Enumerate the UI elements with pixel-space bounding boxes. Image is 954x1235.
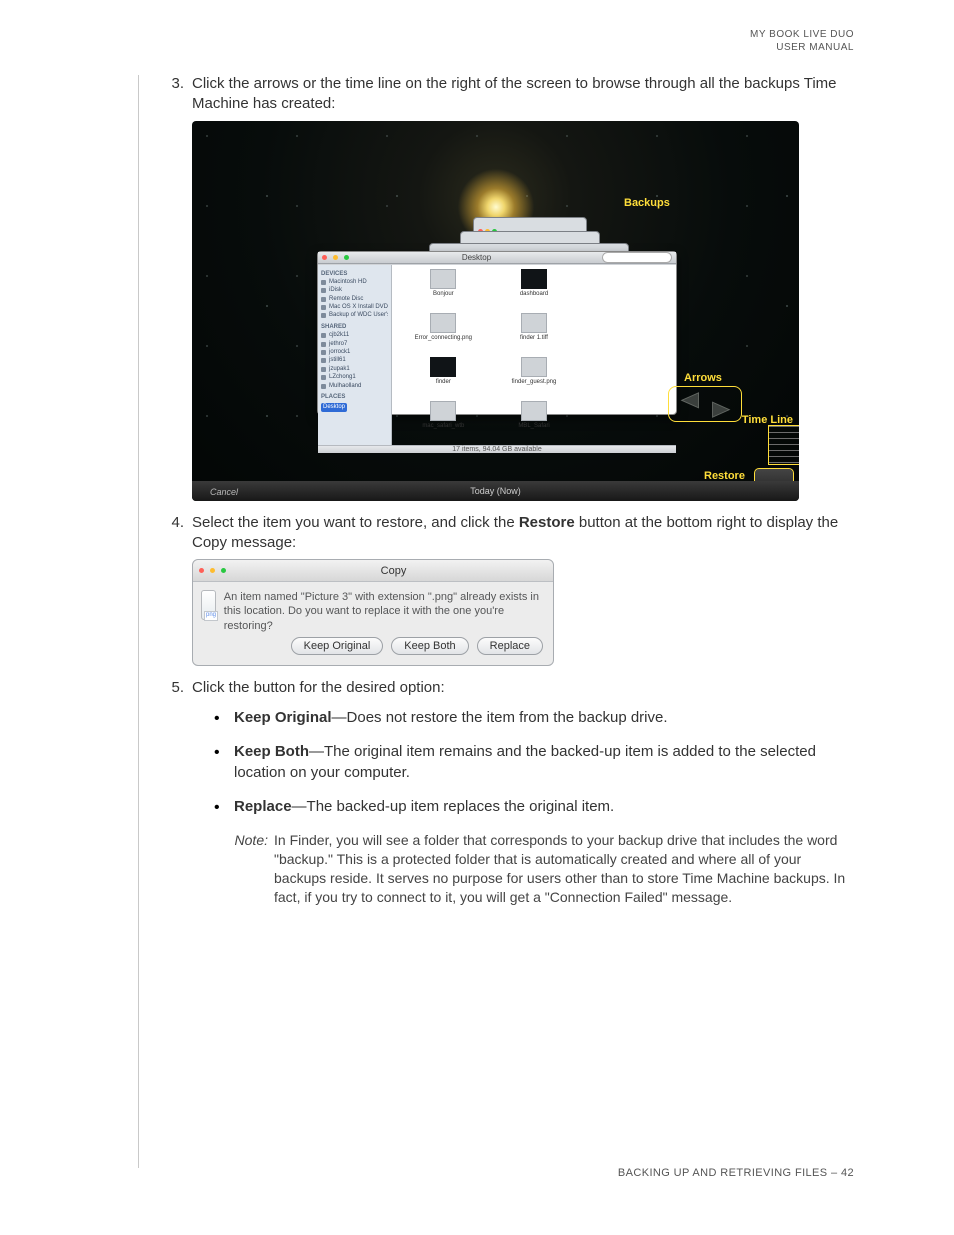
- sidebar-shared[interactable]: jzupak1: [321, 365, 388, 373]
- note-label: Note:: [224, 831, 274, 907]
- file-name[interactable]: finder_guest.png: [489, 379, 580, 385]
- callout-timeline: Time Line: [742, 414, 793, 426]
- close-icon[interactable]: [199, 568, 204, 573]
- timeline-arrows[interactable]: [668, 386, 742, 422]
- replace-button[interactable]: Replace: [477, 637, 543, 655]
- note-text: In Finder, you will see a folder that co…: [274, 831, 854, 907]
- cancel-button[interactable]: Cancel: [210, 487, 238, 497]
- page-header: MY BOOK LIVE DUO USER MANUAL: [100, 28, 854, 54]
- finder-titlebar: Desktop: [318, 252, 676, 264]
- sidebar-device[interactable]: Mac OS X Install DVD: [321, 303, 388, 311]
- step-4-num: 4.: [168, 513, 192, 554]
- sidebar-shared[interactable]: jethro7: [321, 340, 388, 348]
- copy-dialog: Copy An item named "Picture 3" with exte…: [192, 559, 554, 666]
- file-name[interactable]: finder: [398, 379, 489, 385]
- sidebar-shared[interactable]: cjb2k11: [321, 331, 388, 339]
- tm-bottombar: Today (Now): [192, 481, 799, 501]
- sidebar-shared[interactable]: LZchong1: [321, 373, 388, 381]
- note-block: Note: In Finder, you will see a folder t…: [224, 831, 854, 907]
- finder-statusbar: 17 items, 94.04 GB available: [318, 445, 676, 453]
- finder-sidebar: DEVICES Macintosh HD iDisk Remote Disc M…: [318, 265, 392, 445]
- zoom-icon[interactable]: [221, 568, 226, 573]
- copy-dialog-title: Copy: [234, 565, 553, 577]
- minimize-icon[interactable]: [333, 255, 338, 260]
- step-4: 4. Select the item you want to restore, …: [168, 513, 854, 554]
- file-icon: [201, 590, 216, 620]
- option-keep-original: Keep Original—Does not restore the item …: [214, 708, 854, 728]
- sidebar-shared[interactable]: Mulhaolland: [321, 382, 388, 390]
- finder-title: Desktop: [355, 253, 598, 262]
- options-list: Keep Original—Does not restore the item …: [214, 708, 854, 817]
- time-machine-screenshot: Backups Desktop: [192, 121, 799, 501]
- sidebar-shared[interactable]: jorrock1: [321, 348, 388, 356]
- file-name[interactable]: MBL_Safari: [489, 423, 580, 429]
- file-name[interactable]: Error_connecting.png: [398, 335, 489, 341]
- figure-copy-dialog: Copy An item named "Picture 3" with exte…: [192, 559, 854, 666]
- minimize-icon[interactable]: [210, 568, 215, 573]
- file-name[interactable]: Bonjour: [398, 291, 489, 297]
- copy-dialog-titlebar: Copy: [193, 560, 553, 582]
- step-3: 3. Click the arrows or the time line on …: [168, 74, 854, 115]
- finder-search-input[interactable]: [602, 252, 672, 263]
- file-name[interactable]: dashboard: [489, 291, 580, 297]
- sidebar-shared[interactable]: jstill61: [321, 356, 388, 364]
- copy-dialog-message: An item named "Picture 3" with extension…: [224, 590, 543, 633]
- step-4-text: Select the item you want to restore, and…: [192, 513, 854, 554]
- sidebar-device[interactable]: iDisk: [321, 286, 388, 294]
- sidebar-device[interactable]: Backup of WDC User's Mac mini: [321, 311, 388, 319]
- header-line1: MY BOOK LIVE DUO: [100, 28, 854, 41]
- sidebar-device[interactable]: Macintosh HD: [321, 278, 388, 286]
- sidebar-group-devices: DEVICES: [321, 270, 388, 278]
- callout-arrows: Arrows: [684, 372, 722, 384]
- timeline-ruler[interactable]: [769, 426, 799, 464]
- step-5-num: 5.: [168, 678, 192, 698]
- file-name[interactable]: finder 1.tiff: [489, 335, 580, 341]
- step-5: 5. Click the button for the desired opti…: [168, 678, 854, 698]
- close-icon[interactable]: [322, 255, 327, 260]
- sidebar-group-places: PLACES: [321, 393, 388, 401]
- file-name[interactable]: mac_safari_wtb: [398, 423, 489, 429]
- header-line2: USER MANUAL: [100, 41, 854, 54]
- keep-original-button[interactable]: Keep Original: [291, 637, 384, 655]
- sidebar-place-selected[interactable]: Desktop: [321, 403, 347, 411]
- margin-rule: [138, 75, 139, 1168]
- step-3-text: Click the arrows or the time line on the…: [192, 74, 854, 115]
- option-keep-both: Keep Both—The original item remains and …: [214, 742, 854, 783]
- tm-today-label: Today (Now): [470, 486, 521, 496]
- sidebar-device[interactable]: Remote Disc: [321, 295, 388, 303]
- step-5-text: Click the button for the desired option:: [192, 678, 854, 698]
- zoom-icon[interactable]: [344, 255, 349, 260]
- finder-window: Desktop DEVICES Macintosh HD iDisk Remot…: [317, 251, 677, 415]
- figure-timemachine: Backups Desktop: [192, 121, 854, 501]
- finder-file-grid: Bonjour dashboard Error_connecting.png f…: [392, 265, 676, 445]
- step-3-num: 3.: [168, 74, 192, 115]
- option-replace: Replace—The backed-up item replaces the …: [214, 797, 854, 817]
- keep-both-button[interactable]: Keep Both: [391, 637, 468, 655]
- page-footer: BACKING UP AND RETRIEVING FILES – 42: [618, 1167, 854, 1179]
- callout-backups: Backups: [624, 197, 670, 209]
- sidebar-group-shared: SHARED: [321, 323, 388, 331]
